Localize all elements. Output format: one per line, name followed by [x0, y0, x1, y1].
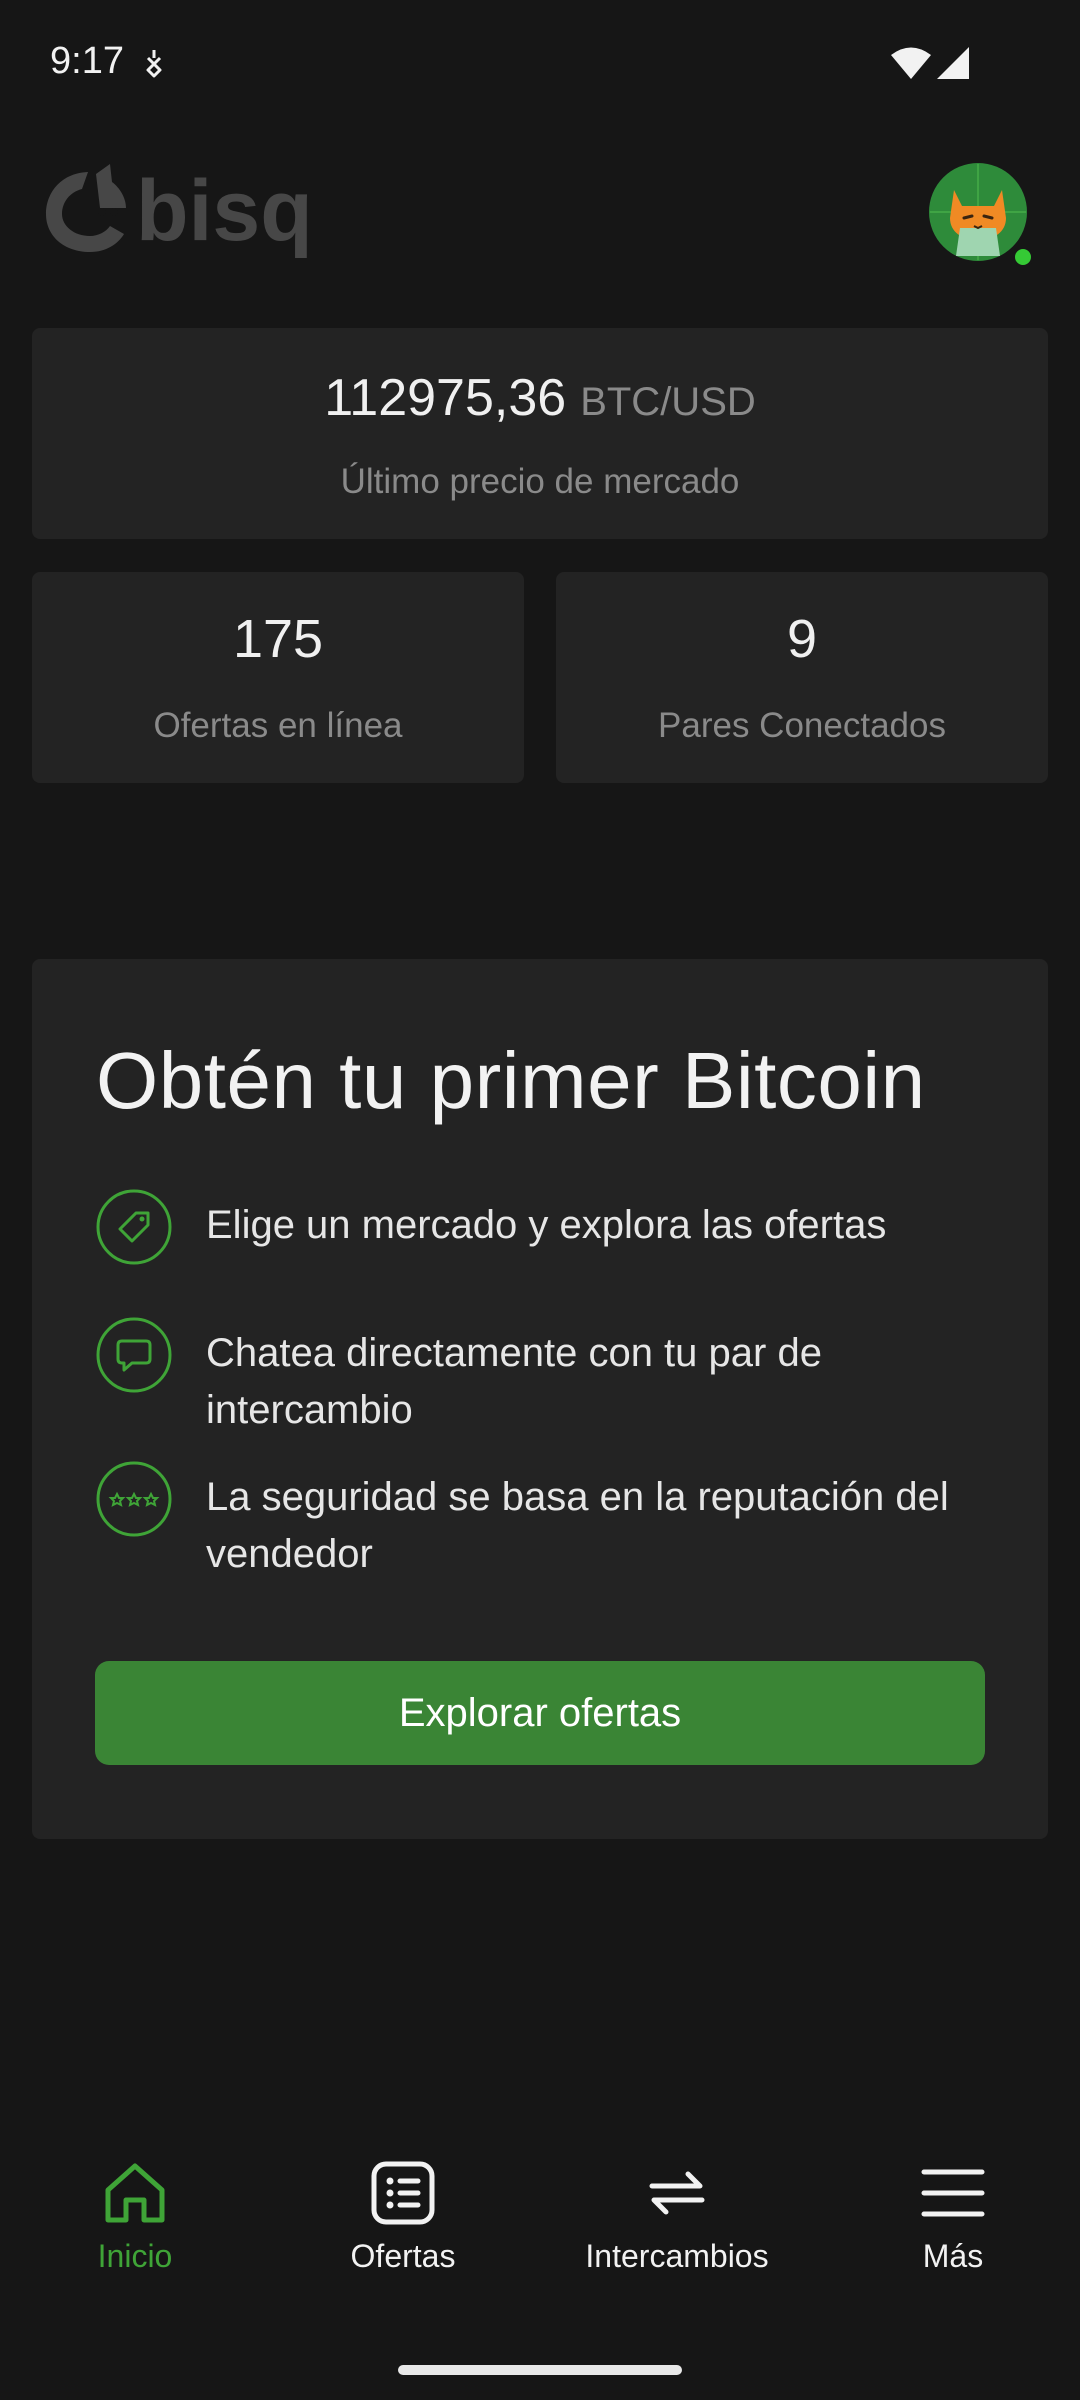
menu-icon	[921, 2169, 985, 2217]
nfc-icon	[146, 50, 162, 78]
bisq-logo: bisq	[40, 160, 313, 260]
nav-label-mas: Más	[922, 2238, 984, 2274]
status-time: 9:17	[50, 40, 124, 82]
offers-list-icon	[371, 2161, 435, 2225]
nav-item-inicio[interactable]: Inicio	[0, 2130, 270, 2300]
market-price-label: Último precio de mercado	[340, 462, 740, 501]
feature-text: Elige un mercado y explora las ofertas	[206, 1203, 887, 1247]
nav-item-ofertas[interactable]: Ofertas	[268, 2130, 538, 2300]
home-gesture-bar[interactable]	[398, 2365, 682, 2375]
bisq-logo-mark: bisq	[46, 163, 313, 259]
chat-icon	[96, 1317, 172, 1393]
feature-text: La seguridad se basa en la reputación de…	[206, 1475, 949, 1576]
stars-icon	[96, 1461, 172, 1537]
user-avatar[interactable]	[928, 162, 1028, 262]
bottom-nav: Inicio Ofertas Intercambios Más	[0, 2130, 1080, 2300]
market-price-value: 112975,36	[324, 369, 567, 427]
explore-offers-button[interactable]: Explorar ofertas	[95, 1661, 985, 1765]
feature-text: Chatea directamente con tu par de interc…	[206, 1331, 822, 1432]
connected-peers-value: 9	[786, 609, 818, 669]
nav-label-intercambios: Intercambios	[585, 2238, 769, 2274]
connected-peers-card: 9 Pares Conectados	[556, 572, 1048, 783]
signal-icon	[937, 47, 969, 79]
onboarding-title: Obtén tu primer Bitcoin	[96, 1036, 926, 1125]
nav-item-intercambios[interactable]: Intercambios	[542, 2130, 812, 2300]
online-status-dot	[1012, 246, 1034, 268]
home-icon	[105, 2163, 165, 2223]
onboarding-card: Obtén tu primer Bitcoin Elige un mercado…	[32, 959, 1048, 1839]
swap-arrows-icon	[649, 2171, 705, 2215]
online-offers-label: Ofertas en línea	[153, 706, 403, 745]
bisq-logo-text: bisq	[136, 163, 310, 259]
nav-label-ofertas: Ofertas	[350, 2238, 456, 2274]
tag-icon	[96, 1189, 172, 1265]
nav-label-inicio: Inicio	[97, 2238, 173, 2274]
status-bar: 9:17	[0, 0, 1080, 130]
market-price-pair: BTC/USD	[580, 380, 756, 424]
market-price-line: 112975,36 BTC/USD	[32, 368, 1048, 428]
market-price-card: 112975,36 BTC/USD Último precio de mercad…	[32, 328, 1048, 539]
online-offers-value: 175	[232, 609, 324, 669]
nav-item-mas[interactable]: Más	[818, 2130, 1080, 2300]
connected-peers-label: Pares Conectados	[658, 706, 946, 745]
online-offers-card: 175 Ofertas en línea	[32, 572, 524, 783]
wifi-icon	[891, 47, 931, 79]
cat-avatar-icon	[929, 163, 1027, 261]
